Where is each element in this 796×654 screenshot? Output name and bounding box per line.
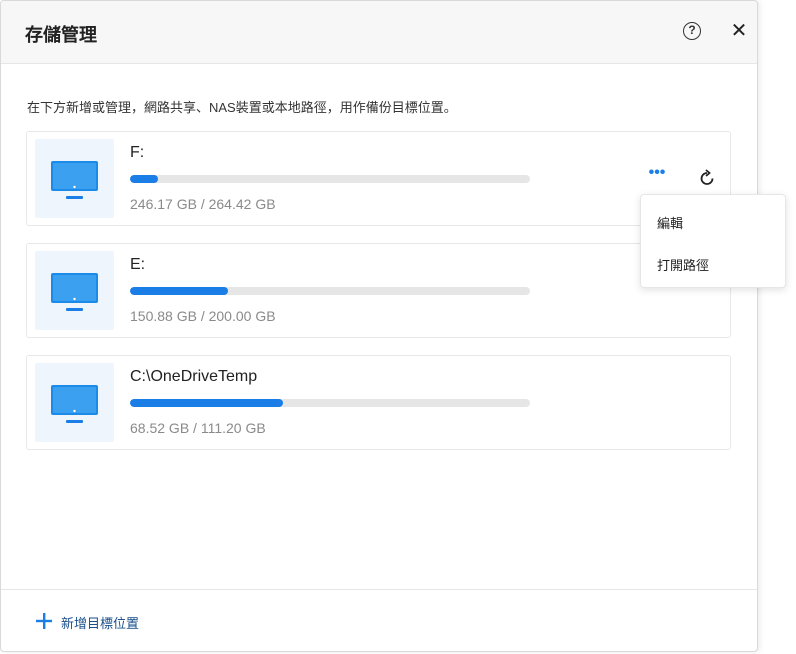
plus-icon	[35, 612, 53, 630]
dialog-title: 存儲管理	[25, 25, 97, 45]
usage-bar-fill	[130, 175, 158, 183]
refresh-icon[interactable]	[697, 168, 717, 188]
menu-item-edit[interactable]: 編輯	[657, 213, 683, 232]
footer-divider	[1, 589, 757, 590]
storage-management-dialog: 存儲管理 ? ✕ 在下方新增或管理，網路共享、NAS裝置或本地路徑，用作備份目標…	[0, 0, 758, 652]
drive-name: C:\OneDriveTemp	[130, 368, 258, 385]
drive-card-e[interactable]: E: 150.88 GB / 200.00 GB	[26, 243, 731, 338]
drive-size: 150.88 GB / 200.00 GB	[130, 308, 276, 324]
dialog-header: 存儲管理 ? ✕	[1, 1, 757, 64]
menu-item-open-path[interactable]: 打開路徑	[657, 255, 709, 274]
drive-card-onedrivetemp[interactable]: C:\OneDriveTemp 68.52 GB / 111.20 GB	[26, 355, 731, 450]
add-target-location-label: 新增目標位置	[61, 616, 140, 631]
monitor-icon	[35, 363, 114, 442]
usage-bar-fill	[130, 287, 228, 295]
context-menu: 編輯 打開路徑	[640, 194, 786, 288]
drive-size: 246.17 GB / 264.42 GB	[130, 196, 276, 212]
monitor-icon	[35, 139, 114, 218]
drive-name: E:	[130, 256, 146, 273]
more-options-icon[interactable]: •••	[647, 165, 667, 186]
usage-bar	[130, 175, 530, 183]
drive-size: 68.52 GB / 111.20 GB	[130, 420, 266, 436]
usage-bar	[130, 399, 530, 407]
drive-name: F:	[130, 144, 145, 161]
usage-bar-fill	[130, 399, 284, 407]
drive-card-f[interactable]: F: 246.17 GB / 264.42 GB •••	[26, 131, 731, 226]
monitor-icon	[35, 251, 114, 330]
close-icon[interactable]: ✕	[729, 21, 749, 41]
description-text: 在下方新增或管理，網路共享、NAS裝置或本地路徑，用作備份目標位置。	[27, 100, 457, 115]
help-icon[interactable]: ?	[683, 22, 701, 40]
usage-bar	[130, 287, 530, 295]
